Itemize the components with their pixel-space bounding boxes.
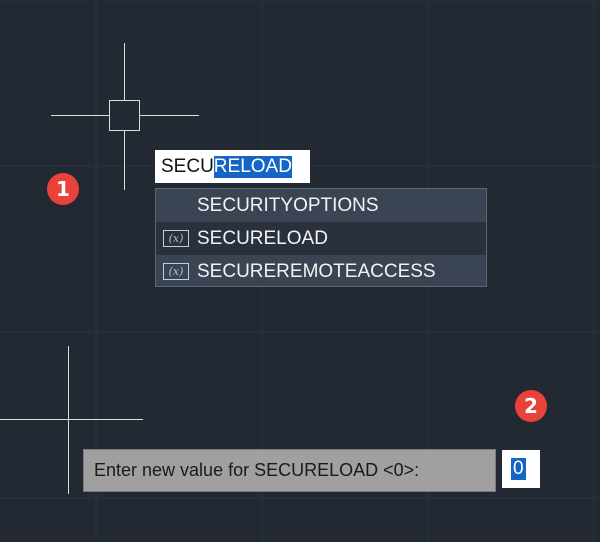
autocomplete-item-secureremoteaccess[interactable]: (x) SECUREREMOTEACCESS <box>156 255 486 288</box>
autocomplete-list: SECURITYOPTIONS (x) SECURELOAD (x) SECUR… <box>155 188 487 287</box>
step-badge-1: 1 <box>47 173 79 205</box>
crosshair-vertical-line <box>68 346 69 494</box>
autocomplete-item-label: SECURITYOPTIONS <box>197 194 379 216</box>
autocomplete-item-label: SECURELOAD <box>197 227 328 249</box>
autocomplete-item-secureload[interactable]: (x) SECURELOAD <box>156 222 486 255</box>
value-input-text: 0 <box>511 458 526 480</box>
command-typed-text: SECU <box>161 155 214 177</box>
dynamic-input-prompt: Enter new value for SECURELOAD <0>: <box>83 449 496 492</box>
value-input[interactable]: 0 <box>502 450 540 488</box>
command-autocomplete-selection: RELOAD <box>213 155 292 178</box>
system-variable-icon: (x) <box>163 230 189 247</box>
prompt-label: Enter new value for SECURELOAD <0>: <box>94 460 420 480</box>
crosshair-horizontal-line <box>0 419 143 420</box>
step-badge-2: 2 <box>515 390 547 422</box>
system-variable-icon: (x) <box>163 263 189 280</box>
autocomplete-item-label: SECUREREMOTEACCESS <box>197 260 436 282</box>
autocomplete-item-securityoptions[interactable]: SECURITYOPTIONS <box>156 189 486 222</box>
pickbox-icon <box>109 100 140 131</box>
command-input[interactable]: SECU RELOAD <box>155 150 310 183</box>
